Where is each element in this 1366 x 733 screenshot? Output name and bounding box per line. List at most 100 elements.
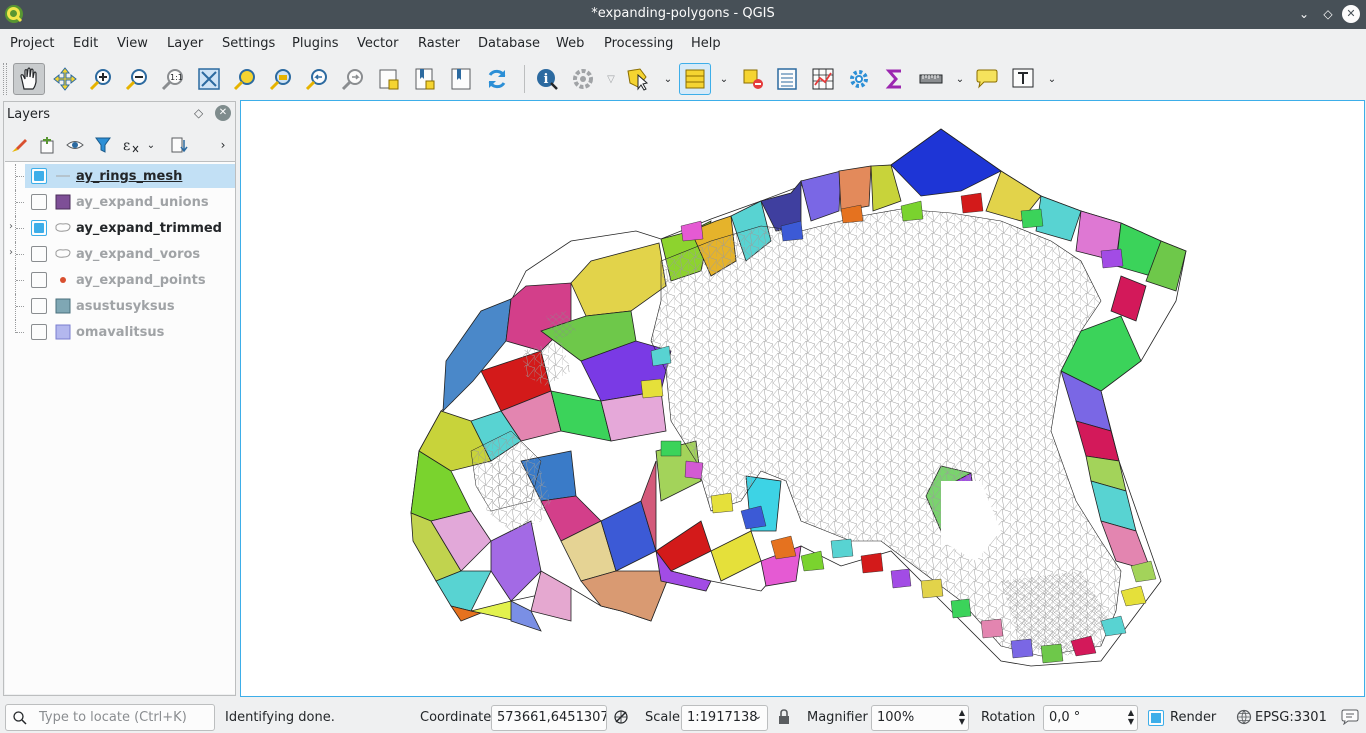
magnifier-spinbox[interactable]: 100% ▲ ▼: [871, 705, 969, 731]
zoom-next-button[interactable]: [337, 63, 369, 95]
layer-visibility-checkbox[interactable]: [31, 324, 47, 340]
float-panel-button[interactable]: ◇: [194, 106, 203, 120]
deselect-button[interactable]: [737, 63, 769, 95]
zoom-to-selection-button[interactable]: [229, 63, 261, 95]
maximize-button[interactable]: ◇: [1319, 5, 1337, 23]
fill-symbol-icon: [55, 194, 71, 210]
filter-expression-dropdown[interactable]: ⌄: [144, 134, 158, 156]
messages-icon[interactable]: [1341, 709, 1359, 725]
extents-toggle-icon[interactable]: [613, 709, 629, 725]
menu-database[interactable]: Database: [478, 36, 540, 51]
attribute-table-dropdown[interactable]: ⌄: [718, 71, 730, 87]
globe-icon[interactable]: [1236, 709, 1252, 725]
close-button[interactable]: ✕: [1342, 5, 1360, 23]
spin-arrows-icon[interactable]: ▲ ▼: [959, 708, 965, 726]
categorized-symbol-icon: [55, 223, 71, 232]
zoom-native-button[interactable]: 1:1: [157, 63, 189, 95]
new-bookmark-button[interactable]: [373, 63, 405, 95]
zoom-to-layer-button[interactable]: [265, 63, 297, 95]
run-action-dropdown[interactable]: ▽: [605, 71, 617, 87]
tree-connector: [15, 268, 25, 294]
menu-view[interactable]: View: [117, 36, 148, 51]
minimize-button[interactable]: ⌄: [1295, 5, 1313, 23]
run-action-button[interactable]: [567, 63, 599, 95]
layer-tree: ay_rings_mesh ay_expand_unions › ay_expa…: [5, 161, 235, 694]
zoom-last-button[interactable]: [301, 63, 333, 95]
layer-visibility-checkbox[interactable]: [31, 168, 47, 184]
layer-row-ay-expand-trimmed[interactable]: › ay_expand_trimmed: [5, 216, 235, 242]
manage-visibility-button[interactable]: [64, 134, 86, 156]
rotation-value: 0,0 °: [1049, 710, 1081, 725]
rotation-spinbox[interactable]: 0,0 ° ▲ ▼: [1043, 705, 1138, 731]
layer-visibility-checkbox[interactable]: [31, 194, 47, 210]
lock-icon[interactable]: [777, 709, 791, 725]
map-canvas[interactable]: [240, 100, 1365, 697]
menu-layer[interactable]: Layer: [167, 36, 203, 51]
open-attribute-table-button[interactable]: [679, 63, 711, 95]
layer-row-ay-expand-unions[interactable]: ay_expand_unions: [5, 190, 235, 216]
show-bookmarks-button[interactable]: [409, 63, 441, 95]
processing-toolbox-button[interactable]: [843, 63, 875, 95]
temporal-button[interactable]: [445, 63, 477, 95]
menu-plugins[interactable]: Plugins: [292, 36, 339, 51]
more-tools-button[interactable]: ›: [212, 134, 234, 156]
zoom-in-button[interactable]: [85, 63, 117, 95]
identify-button[interactable]: i: [531, 63, 563, 95]
menu-settings[interactable]: Settings: [222, 36, 275, 51]
locator-bar[interactable]: Type to locate (Ctrl+K): [5, 704, 215, 731]
coordinate-field[interactable]: 573661,6451307: [491, 705, 607, 731]
add-group-button[interactable]: [36, 134, 58, 156]
menu-web[interactable]: Web: [556, 36, 584, 51]
menu-vector[interactable]: Vector: [357, 36, 398, 51]
menu-bar: Project Edit View Layer Settings Plugins…: [0, 29, 1366, 59]
deselect-icon: [743, 69, 763, 89]
measure-dropdown[interactable]: ⌄: [954, 71, 966, 87]
menu-help[interactable]: Help: [691, 36, 721, 51]
expand-all-icon: [171, 137, 188, 153]
sum-button[interactable]: [879, 63, 911, 95]
layer-row-omavalitsus[interactable]: omavalitsus: [5, 320, 235, 346]
select-icon: [627, 68, 649, 91]
layer-row-ay-expand-points[interactable]: ay_expand_points: [5, 268, 235, 294]
menu-processing[interactable]: Processing: [604, 36, 673, 51]
zoom-full-button[interactable]: [193, 63, 225, 95]
layer-visibility-checkbox[interactable]: [31, 298, 47, 314]
select-features-button[interactable]: [623, 63, 655, 95]
zoom-out-icon: [125, 69, 147, 91]
close-panel-button[interactable]: ✕: [215, 105, 231, 121]
status-message: Identifying done.: [225, 710, 335, 725]
layer-visibility-checkbox[interactable]: [31, 272, 47, 288]
pan-to-selection-button[interactable]: [49, 63, 81, 95]
expand-all-button[interactable]: [168, 134, 190, 156]
map-tips-button[interactable]: [971, 63, 1003, 95]
text-annotation-dropdown[interactable]: ⌄: [1046, 71, 1058, 87]
attribute-table-icon: [685, 69, 705, 89]
filter-legend-button[interactable]: [92, 134, 114, 156]
layer-row-ay-expand-voros[interactable]: › ay_expand_voros: [5, 242, 235, 268]
layer-row-asustusyksus[interactable]: asustusyksus: [5, 294, 235, 320]
statistical-summary-button[interactable]: [807, 63, 839, 95]
menu-edit[interactable]: Edit: [73, 36, 98, 51]
filter-by-expression-button[interactable]: ε: [120, 134, 142, 156]
expand-arrow-icon[interactable]: ›: [9, 221, 21, 235]
categorized-symbol-icon: [55, 249, 71, 258]
toolbar-handle[interactable]: [3, 63, 7, 95]
spin-arrows-icon[interactable]: ▲ ▼: [1128, 708, 1134, 726]
menu-raster[interactable]: Raster: [418, 36, 460, 51]
measure-button[interactable]: [915, 63, 947, 95]
select-features-dropdown[interactable]: ⌄: [662, 71, 674, 87]
refresh-button[interactable]: [481, 63, 513, 95]
layer-visibility-checkbox[interactable]: [31, 246, 47, 262]
pan-map-button[interactable]: [13, 63, 45, 95]
text-annotation-button[interactable]: [1007, 63, 1039, 95]
zoom-out-button[interactable]: [121, 63, 153, 95]
field-calculator-button[interactable]: [771, 63, 803, 95]
layer-visibility-checkbox[interactable]: [31, 220, 47, 236]
layer-row-ay-rings-mesh[interactable]: ay_rings_mesh: [5, 164, 235, 190]
expand-arrow-icon[interactable]: ›: [9, 247, 21, 261]
render-checkbox[interactable]: [1148, 710, 1164, 726]
menu-project[interactable]: Project: [10, 36, 54, 51]
crs-label[interactable]: EPSG:3301: [1255, 710, 1327, 725]
scale-combo[interactable]: 1:1917138 ⌄: [681, 705, 768, 731]
style-manager-button[interactable]: [8, 134, 30, 156]
